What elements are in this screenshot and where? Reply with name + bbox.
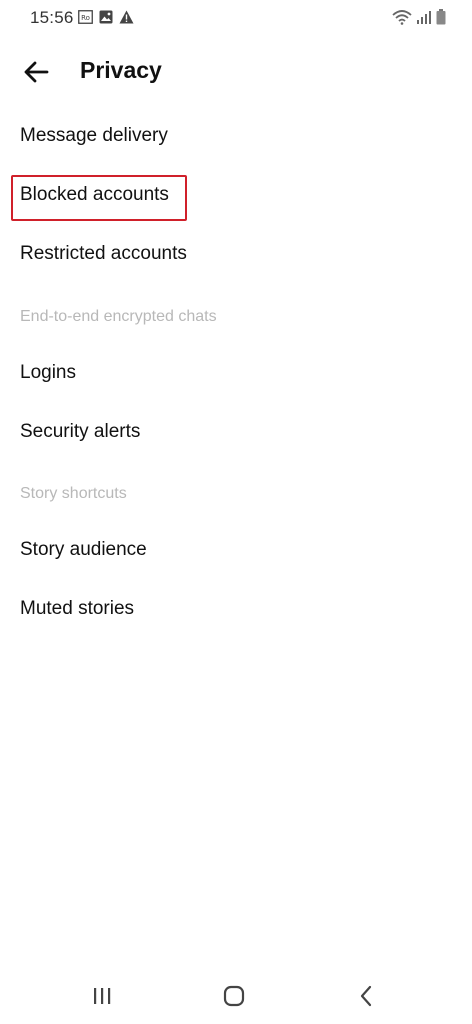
header: Privacy — [0, 48, 472, 96]
status-icons-right — [392, 9, 446, 25]
muted-stories-item[interactable]: Muted stories — [20, 598, 134, 620]
message-delivery-item[interactable]: Message delivery — [20, 125, 168, 147]
home-icon — [223, 985, 245, 1007]
restricted-accounts-item[interactable]: Restricted accounts — [20, 243, 187, 265]
logins-item[interactable]: Logins — [20, 362, 76, 384]
security-alerts-item[interactable]: Security alerts — [20, 421, 140, 443]
back-button[interactable] — [16, 56, 56, 88]
back-arrow-icon — [23, 61, 49, 83]
signal-icon — [416, 10, 432, 24]
recent-apps-button[interactable] — [82, 978, 122, 1014]
section-header-e2e: End-to-end encrypted chats — [20, 308, 217, 325]
ro-badge-icon: Ro — [78, 10, 93, 24]
section-header-story: Story shortcuts — [20, 485, 127, 502]
recent-apps-icon — [92, 987, 112, 1005]
status-bar: 15:56 Ro — [0, 0, 472, 36]
image-icon — [99, 10, 113, 24]
blocked-accounts-item[interactable]: Blocked accounts — [20, 184, 169, 206]
status-icons-left: Ro — [78, 10, 134, 24]
svg-text:Ro: Ro — [81, 14, 90, 22]
wifi-icon — [392, 9, 412, 25]
back-nav-button[interactable] — [346, 978, 386, 1014]
page-title: Privacy — [80, 57, 162, 83]
story-audience-item[interactable]: Story audience — [20, 539, 147, 561]
nav-bar — [0, 968, 472, 1024]
battery-icon — [436, 9, 446, 25]
warning-icon — [119, 10, 134, 24]
status-time: 15:56 — [30, 8, 74, 27]
back-nav-icon — [359, 985, 373, 1007]
home-button[interactable] — [214, 978, 254, 1014]
